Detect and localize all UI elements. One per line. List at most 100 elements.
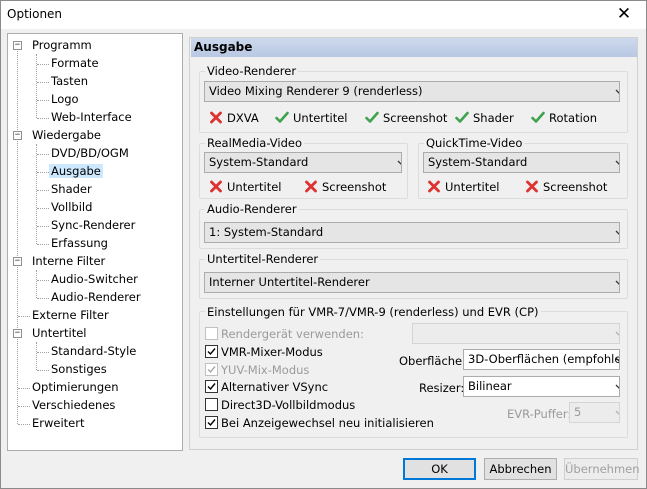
d3d-fullscreen-checkbox[interactable]: Direct3D-Vollbildmodus [205,398,355,413]
tree-item-web-interface[interactable]: Web-Interface [49,109,134,126]
tree-item-audio-switcher[interactable]: Audio-Switcher [49,271,140,288]
tree-item-ausgabe[interactable]: Ausgabe [49,163,103,180]
cap-label: Untertitel [293,111,348,125]
tree-item-label: Verschiedenes [32,398,116,412]
cross-icon [525,180,539,193]
checkbox-label: Rendergerät verwenden: [221,327,364,341]
vmr-settings-group-label: Einstellungen für VMR-7/VMR-9 (renderles… [205,305,541,319]
tree-item-tasten[interactable]: Tasten [49,73,90,90]
audio-renderer-value: 1: System-Standard [209,225,324,239]
ok-button[interactable]: OK [403,458,476,480]
tree-item-audio-renderer[interactable]: Audio-Renderer [49,289,143,306]
realmedia-select[interactable]: System-Standard [204,152,402,173]
check-icon [205,380,218,393]
rm-cap-subtitles: Untertitel [209,180,282,194]
audio-renderer-select[interactable]: 1: System-Standard [204,222,620,243]
tree-item-dvd-bd-ogm[interactable]: DVD/BD/OGM [49,145,131,162]
video-renderer-group-label: Video-Renderer [205,64,299,78]
quicktime-value: System-Standard [428,155,528,169]
check-icon [365,111,379,124]
options-dialog: Optionen ✕ − Programm Formate Tasten Logo Web… [0,0,647,489]
video-renderer-value: Video Mixing Renderer 9 (renderless) [209,84,423,98]
check-icon [275,111,289,124]
tree-item-vollbild[interactable]: Vollbild [49,199,94,216]
tree-expander-icon[interactable]: − [13,41,22,50]
yuv-mix-mode-checkbox[interactable]: YUV-Mix-Modus [205,363,309,378]
tree-item-label: Audio-Switcher [51,272,138,286]
tree-item-standard-style[interactable]: Standard-Style [49,343,138,360]
tree-item-verschiedenes[interactable]: Verschiedenes [30,397,117,414]
tree-item-label: Erweitert [32,416,85,430]
cross-icon [209,111,223,124]
tree-item-logo[interactable]: Logo [49,91,81,108]
tree-item-formate[interactable]: Formate [49,55,101,72]
resizer-label: Resizer: [419,381,465,395]
audio-renderer-group-label: Audio-Renderer [205,202,299,216]
tree-item-erweitert[interactable]: Erweitert [30,415,87,432]
subtitle-renderer-select[interactable]: Interner Untertitel-Renderer [204,272,620,293]
tree-item-shader[interactable]: Shader [49,181,94,198]
tree-item-label: Interne Filter [32,254,106,268]
check-icon [205,363,218,376]
quicktime-group-label: QuickTime-Video [424,136,525,150]
cap-dxva: DXVA [209,111,259,125]
vmr-mixer-mode-checkbox[interactable]: VMR-Mixer-Modus [205,345,323,360]
cancel-button[interactable]: Abbrechen [484,458,557,480]
tree-item-label: Standard-Style [51,344,137,358]
surface-label: Oberfläche: [399,354,467,368]
title-bar: Optionen ✕ [1,1,646,29]
tree-item-sync-renderer[interactable]: Sync-Renderer [49,217,137,234]
qt-cap-screenshot: Screenshot [525,180,607,194]
render-device-checkbox[interactable]: Rendergerät verwenden: [205,327,364,342]
tree-item-optimierungen[interactable]: Optimierungen [30,379,121,396]
tree-item-sonstiges[interactable]: Sonstiges [49,361,109,378]
apply-button[interactable]: Übernehmen [564,458,640,480]
close-icon[interactable]: ✕ [602,1,646,29]
surface-value: 3D-Oberflächen (empfohlen) [468,352,620,366]
cap-label: Screenshot [322,180,387,194]
tree-expander-icon[interactable]: − [13,131,22,140]
checkbox-label: Bei Anzeigewechsel neu initialisieren [221,416,434,430]
rm-cap-screenshot: Screenshot [304,180,386,194]
tree-item-programm[interactable]: Programm [30,37,94,54]
tree-item-label: Sync-Renderer [51,218,136,232]
cap-subtitles: Untertitel [275,111,348,125]
checkbox-label: Alternativer VSync [221,380,329,394]
resizer-select[interactable]: Bilinear [463,376,620,397]
tree-item-label: Ausgabe [49,164,103,178]
tree-item-label: Shader [51,182,92,196]
options-tree: − Programm Formate Tasten Logo Web-Interface −… [7,33,183,451]
cap-label: DXVA [227,111,259,125]
cap-label: Shader [473,111,514,125]
tree-item-label: Sonstiges [51,362,107,376]
qt-cap-subtitles: Untertitel [427,180,500,194]
tree-item-untertitel[interactable]: Untertitel [30,325,89,342]
video-renderer-select[interactable]: Video Mixing Renderer 9 (renderless) [204,81,620,102]
tree-expander-icon[interactable]: − [13,329,22,338]
tree-item-label: Logo [51,92,79,106]
surface-select[interactable]: 3D-Oberflächen (empfohlen) [463,349,620,370]
cap-label: Screenshot [383,111,448,125]
reinit-on-display-change-checkbox[interactable]: Bei Anzeigewechsel neu initialisieren [205,416,434,431]
realmedia-group-label: RealMedia-Video [205,136,305,150]
tree-expander-icon[interactable]: − [13,257,22,266]
render-device-select[interactable] [412,323,620,344]
cross-icon [209,180,223,193]
cap-label: Untertitel [227,180,282,194]
quicktime-select[interactable]: System-Standard [423,152,620,173]
tree-item-interne-filter[interactable]: Interne Filter [30,253,107,270]
tree-item-label: Audio-Renderer [51,290,141,304]
tree-item-label: Wiedergabe [32,128,102,142]
tree-item-externe-filter[interactable]: Externe Filter [30,307,111,324]
cross-icon [427,180,441,193]
tree-item-label: Untertitel [32,326,87,340]
evr-buffer-select[interactable]: 5 [569,402,620,423]
tree-item-label: Erfassung [51,236,108,250]
alt-vsync-checkbox[interactable]: Alternativer VSync [205,380,328,395]
tree-item-erfassung[interactable]: Erfassung [49,235,110,252]
check-icon [205,345,218,358]
cross-icon [304,180,318,193]
checkbox-box [205,398,218,411]
checkbox-label: Direct3D-Vollbildmodus [221,398,356,412]
tree-item-wiedergabe[interactable]: Wiedergabe [30,127,103,144]
